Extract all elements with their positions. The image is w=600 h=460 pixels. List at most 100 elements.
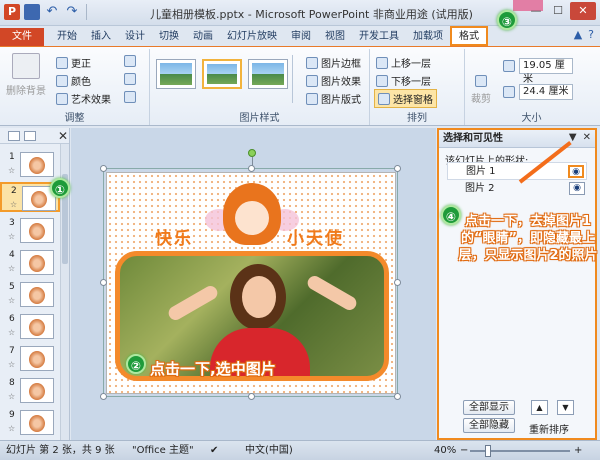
group-adjust: 删除背景 更正 颜色 艺术效果 调整: [0, 49, 150, 125]
slide-thumbnail[interactable]: 3 ☆: [0, 216, 60, 246]
hide-all-button[interactable]: 全部隐藏: [463, 418, 515, 433]
correct-button[interactable]: 更正: [56, 55, 91, 70]
correct-label: 更正: [71, 59, 91, 70]
slide-thumbnail[interactable]: 9 ☆: [0, 408, 60, 438]
zoom-slider-knob[interactable]: [485, 445, 491, 457]
undo-icon[interactable]: ↶: [44, 4, 60, 20]
move-up-button[interactable]: ▲: [531, 400, 548, 415]
visibility-eye-icon[interactable]: ◉: [569, 182, 585, 195]
minimize-button[interactable]: —: [526, 2, 546, 20]
selection-pane-icon: [378, 92, 390, 105]
remove-background-button[interactable]: 删除背景: [6, 53, 46, 97]
bring-forward-button[interactable]: 上移一层: [376, 55, 431, 70]
change-picture-icon[interactable]: [124, 73, 136, 85]
thumb-number: 5: [9, 282, 15, 292]
selection-pane-button[interactable]: 选择窗格: [374, 89, 437, 108]
slide-thumbnail[interactable]: 7 ☆: [0, 344, 60, 374]
remove-background-icon: [12, 53, 40, 79]
help-icon[interactable]: ?: [588, 28, 594, 41]
picture-effects-button[interactable]: 图片效果: [306, 73, 361, 88]
rotation-handle[interactable]: [248, 149, 256, 157]
thumb-number: 3: [9, 218, 15, 228]
window-controls: — ☐ ✕: [526, 2, 596, 20]
tab-review[interactable]: 审阅: [284, 28, 318, 46]
thumb-number: 8: [9, 378, 15, 388]
resize-handle[interactable]: [100, 393, 107, 400]
group-arrange-label: 排列: [407, 113, 427, 124]
thumb-number: 6: [9, 314, 15, 324]
tab-addins[interactable]: 加载项: [406, 28, 450, 46]
selection-pane-controls: ▼ ✕: [569, 132, 591, 143]
color-button[interactable]: 颜色: [56, 73, 91, 88]
pane-close-icon[interactable]: ✕: [583, 132, 591, 143]
visibility-eye-icon[interactable]: ◉: [568, 165, 584, 178]
resize-handle[interactable]: [100, 165, 107, 172]
thumb-image: [20, 152, 54, 177]
picture-style-thumb-2[interactable]: [202, 59, 242, 89]
tab-file[interactable]: 文件: [0, 28, 44, 46]
height-input[interactable]: 19.05 厘米: [519, 58, 573, 85]
step-badge-3: ③: [497, 10, 517, 30]
picture-style-thumb-3[interactable]: [248, 59, 288, 89]
picture-border-label: 图片边框: [321, 59, 361, 70]
spellcheck-icon[interactable]: ✔: [210, 442, 218, 460]
correct-icon: [56, 56, 68, 69]
slide-thumbnail[interactable]: 1 ☆: [0, 150, 60, 180]
picture-layout-button[interactable]: 图片版式: [306, 91, 361, 106]
slide-thumbnail[interactable]: 5 ☆: [0, 280, 60, 310]
tab-home[interactable]: 开始: [50, 28, 84, 46]
thumb-number: 4: [9, 250, 15, 260]
tab-animations[interactable]: 动画: [186, 28, 220, 46]
send-backward-button[interactable]: 下移一层: [376, 73, 431, 88]
reset-picture-icon[interactable]: [124, 91, 136, 103]
resize-handle[interactable]: [248, 393, 255, 400]
group-size: 裁剪 19.05 厘米 24.4 厘米 大小: [465, 49, 598, 125]
group-picture-styles-label: 图片样式: [239, 113, 280, 124]
art-effects-button[interactable]: 艺术效果: [56, 91, 111, 106]
collapse-ribbon-icon[interactable]: ▲: [574, 28, 582, 41]
tab-design[interactable]: 设计: [118, 28, 152, 46]
tab-format[interactable]: 格式: [450, 26, 488, 46]
thumb-star-icon: ☆: [8, 264, 16, 273]
cartoon-girl-graphic: [205, 179, 299, 251]
resize-handle[interactable]: [394, 165, 401, 172]
child-arm: [166, 283, 220, 323]
resize-handle[interactable]: [394, 279, 401, 286]
powerpoint-logo-icon[interactable]: P: [4, 4, 20, 20]
tab-developer[interactable]: 开发工具: [352, 28, 406, 46]
redo-icon[interactable]: ↷: [64, 4, 80, 20]
slide-thumbnail[interactable]: 4 ☆: [0, 248, 60, 278]
outline-tab-icon[interactable]: [24, 130, 36, 141]
resize-handle[interactable]: [100, 279, 107, 286]
show-all-button[interactable]: 全部显示: [463, 400, 515, 415]
zoom-in-button[interactable]: +: [574, 442, 582, 460]
close-button[interactable]: ✕: [570, 2, 596, 20]
send-backward-icon: [376, 74, 388, 87]
shape-row-picture-1[interactable]: 图片 1 ◉: [447, 162, 587, 180]
tab-insert[interactable]: 插入: [84, 28, 118, 46]
resize-handle[interactable]: [248, 165, 255, 172]
zoom-level[interactable]: 40%: [434, 442, 456, 460]
width-input[interactable]: 24.4 厘米: [519, 84, 573, 100]
move-down-button[interactable]: ▼: [557, 400, 574, 415]
picture-effects-label: 图片效果: [321, 77, 361, 88]
maximize-button[interactable]: ☐: [548, 2, 568, 20]
slides-tab-icon[interactable]: [8, 130, 20, 141]
zoom-out-button[interactable]: −: [460, 442, 468, 460]
picture-border-button[interactable]: 图片边框: [306, 55, 361, 70]
language[interactable]: 中文(中国): [245, 442, 293, 460]
tab-view[interactable]: 视图: [318, 28, 352, 46]
pane-close-icon[interactable]: ✕: [58, 129, 68, 143]
slide-thumbnail[interactable]: 8 ☆: [0, 376, 60, 406]
tab-slideshow[interactable]: 幻灯片放映: [220, 28, 284, 46]
shape-row-picture-2[interactable]: 图片 2 ◉: [447, 180, 587, 198]
thumb-number: 2: [11, 186, 17, 196]
resize-handle[interactable]: [394, 393, 401, 400]
style-gallery-scroll[interactable]: [292, 55, 302, 103]
picture-style-thumb-1[interactable]: [156, 59, 196, 89]
save-icon[interactable]: [24, 4, 40, 20]
tab-transitions[interactable]: 切换: [152, 28, 186, 46]
crop-button[interactable]: 裁剪: [471, 75, 491, 105]
compress-picture-icon[interactable]: [124, 55, 136, 67]
slide-thumbnail[interactable]: 6 ☆: [0, 312, 60, 342]
